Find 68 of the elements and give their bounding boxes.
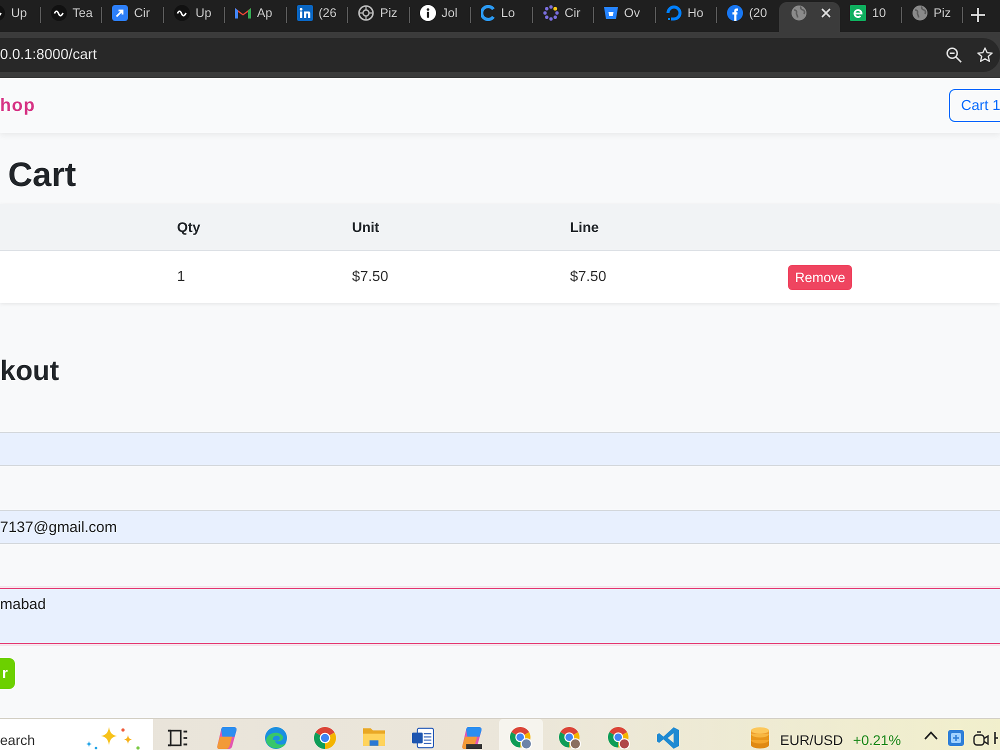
camera-icon[interactable]	[972, 731, 989, 747]
browser-tab[interactable]: Cir	[532, 2, 594, 32]
star-icon[interactable]	[977, 47, 993, 63]
remove-button[interactable]: Remove	[788, 264, 852, 290]
column-header: Unit	[352, 219, 380, 235]
arc-icon	[481, 5, 495, 21]
input-field[interactable]: 7137@gmail.com	[0, 510, 1000, 544]
document-icon[interactable]	[412, 727, 434, 749]
ring-logo-badge-icon[interactable]	[559, 727, 581, 749]
table-cell: $7.50	[352, 269, 388, 285]
section-heading: kout	[0, 354, 60, 388]
zoom-out-icon[interactable]	[946, 47, 962, 63]
knot-icon	[358, 5, 374, 21]
page-title: Cart	[8, 155, 76, 195]
browser-tab[interactable]: Ov	[594, 2, 656, 32]
input-field[interactable]	[0, 432, 1000, 466]
browser-tab[interactable]: Jol	[410, 2, 471, 32]
address-bar[interactable]: 0.0.1:8000/cart	[0, 38, 1000, 72]
table-cell: 1	[177, 269, 186, 285]
column-header: Line	[570, 219, 599, 235]
swirl-logo-icon[interactable]	[461, 727, 483, 749]
wave-logo-icon[interactable]	[265, 727, 287, 749]
globe-icon	[790, 5, 806, 21]
tray-icon[interactable]	[994, 730, 998, 746]
browser-tab[interactable]: Ho	[656, 2, 717, 32]
brand-link[interactable]: hop	[0, 95, 36, 116]
browser-tab[interactable]	[778, 2, 840, 32]
browser-tab[interactable]: Cir	[102, 2, 164, 32]
browser-tab[interactable]: (20	[717, 2, 778, 32]
ribbon-logo-icon[interactable]	[657, 727, 679, 749]
info-icon	[420, 5, 436, 21]
tile-ring-icon	[850, 5, 866, 21]
globe-icon	[912, 5, 928, 21]
ring-logo-badge-icon[interactable]	[608, 727, 630, 749]
wave-circle-icon	[50, 5, 66, 21]
browser-tab[interactable]: Piz	[348, 2, 410, 32]
plus-icon	[971, 8, 985, 22]
tile-logo-icon	[296, 5, 312, 21]
browser-tab[interactable]: Up	[0, 2, 40, 32]
browser-tab[interactable]: (26	[286, 2, 348, 32]
browser-tab[interactable]: Ap	[225, 2, 286, 32]
textarea-field[interactable]: mabad	[0, 588, 1000, 644]
column-header: Qty	[177, 219, 200, 235]
ticker-change: +0.21%	[853, 731, 901, 749]
envelope-icon	[235, 7, 251, 19]
chevron-up-icon[interactable]	[924, 731, 938, 740]
circle-logo-icon	[727, 5, 743, 21]
cart-button[interactable]: Cart 1	[949, 89, 1000, 122]
task-view-icon[interactable]	[167, 727, 189, 749]
browser-tab[interactable]: 10	[840, 2, 902, 32]
dot-ring-icon	[542, 5, 558, 21]
folder-icon[interactable]	[363, 727, 385, 747]
arrow-tile-icon	[112, 5, 128, 21]
wave-circle-icon	[174, 5, 190, 21]
bucket-icon	[604, 7, 618, 19]
ring-logo-badge-icon[interactable]	[510, 727, 532, 749]
ring-logo-icon[interactable]	[314, 727, 336, 749]
ticker-symbol: EUR/USD	[780, 731, 844, 749]
browser-tab[interactable]: Tea	[40, 2, 102, 32]
browser-tab[interactable]: Piz	[902, 2, 963, 32]
ring-arc-icon	[666, 5, 682, 21]
browser-tab[interactable]: Up	[164, 2, 225, 32]
new-tab-button[interactable]	[971, 8, 985, 22]
close-icon[interactable]	[820, 8, 830, 18]
tray-app-icon[interactable]	[948, 730, 964, 746]
browser-tab[interactable]: Lo	[471, 2, 532, 32]
search-box[interactable]: earch	[0, 719, 153, 750]
table-cell: $7.50	[570, 269, 606, 285]
